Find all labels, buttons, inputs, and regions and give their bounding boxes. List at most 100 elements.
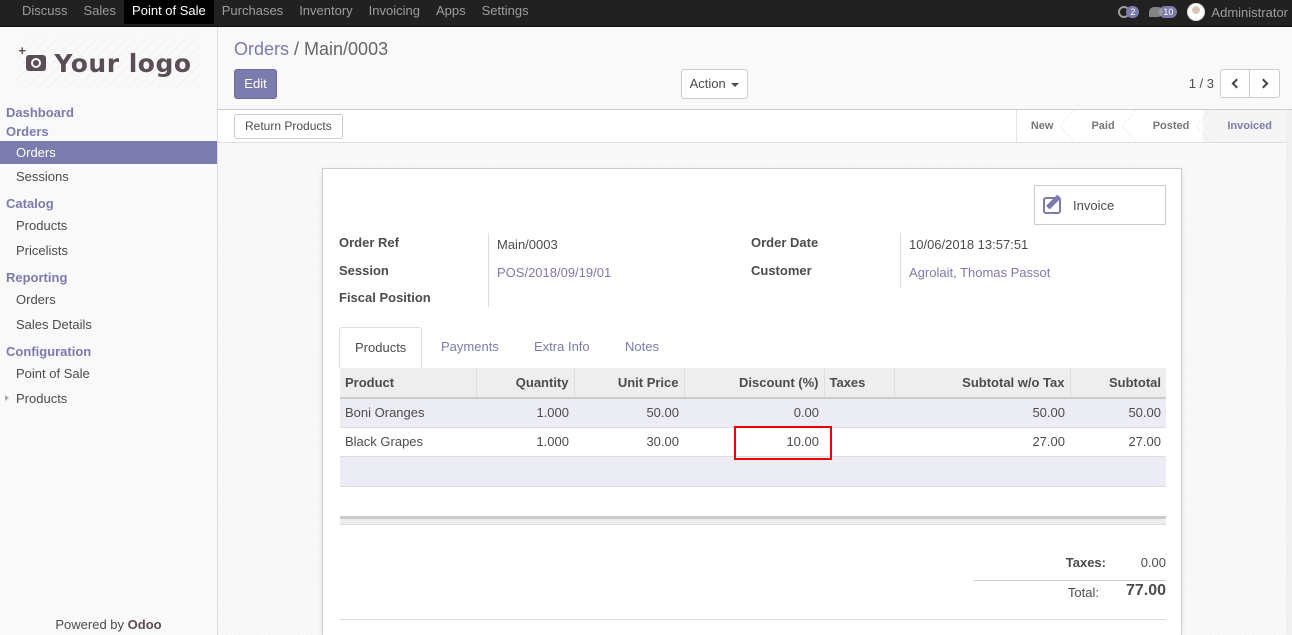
pager: 1 / 3: [1189, 69, 1280, 98]
messages-button[interactable]: 10: [1149, 6, 1178, 18]
table-footer: [340, 516, 1166, 525]
totals-separator: [974, 580, 1166, 581]
chevron-right-icon: [1258, 78, 1268, 89]
col-subtotal-wo-tax[interactable]: Subtotal w/o Tax: [893, 368, 1070, 399]
app-menu: Discuss Sales Point of Sale Purchases In…: [14, 0, 537, 26]
form-sheet: Invoice Order Ref Main/0003 Session POS/…: [322, 168, 1182, 635]
sidebar-section-orders[interactable]: Orders: [0, 122, 217, 141]
customer-label: Customer: [751, 263, 812, 278]
action-dropdown[interactable]: Action: [681, 69, 748, 99]
tab-payments[interactable]: Payments: [426, 327, 514, 369]
breadcrumb-orders[interactable]: Orders: [234, 39, 289, 59]
order-lines-table: Product Quantity Unit Price Discount (%)…: [340, 368, 1166, 487]
field-separator: [488, 233, 489, 307]
sidebar-item-pricelists[interactable]: Pricelists: [0, 238, 217, 263]
invoice-smart-button[interactable]: Invoice: [1034, 185, 1166, 225]
pager-value[interactable]: 1 / 3: [1189, 76, 1214, 91]
pager-previous-button[interactable]: [1220, 69, 1250, 98]
state-paid: Paid: [1067, 110, 1136, 142]
user-name: Administrator: [1211, 4, 1288, 20]
sidebar-item-products[interactable]: Products: [0, 213, 217, 238]
cell-product: Black Grapes: [340, 427, 476, 457]
session-link[interactable]: POS/2018/09/19/01: [497, 265, 611, 280]
edit-button[interactable]: Edit: [234, 69, 277, 99]
scrollbar[interactable]: [1286, 110, 1292, 635]
app-sales[interactable]: Sales: [76, 0, 125, 24]
state-invoiced: Invoiced: [1203, 110, 1286, 142]
avatar: [1187, 3, 1206, 21]
cell-taxes: [824, 398, 894, 428]
fiscal-position-label: Fiscal Position: [339, 290, 431, 305]
cell-discount: 0.00: [684, 398, 824, 428]
sidebar-item-orders[interactable]: Orders: [0, 141, 217, 164]
col-product[interactable]: Product: [340, 368, 476, 399]
sidebar-item-label: Products: [16, 391, 68, 406]
sidebar-section-dashboard[interactable]: Dashboard: [0, 103, 217, 122]
state-posted: Posted: [1129, 110, 1211, 142]
sidebar-item-config-products[interactable]: Products: [0, 386, 217, 411]
return-products-button[interactable]: Return Products: [234, 114, 343, 139]
table-row[interactable]: Black Grapes 1.000 30.00 10.00 27.00 27.…: [340, 427, 1166, 457]
sidebar-section-catalog[interactable]: Catalog: [0, 194, 217, 213]
sidebar: Your logo Dashboard Orders Orders Sessio…: [0, 27, 218, 635]
order-ref-label: Order Ref: [339, 235, 399, 250]
odoo-link[interactable]: Odoo: [128, 617, 162, 632]
tab-notes[interactable]: Notes: [610, 327, 674, 369]
cell-quantity: 1.000: [476, 427, 574, 457]
chevron-left-icon: [1231, 78, 1242, 89]
table-row[interactable]: Boni Oranges 1.000 50.00 0.00 50.00 50.0…: [340, 398, 1166, 428]
total-value: 77.00: [1125, 582, 1166, 599]
caret-down-icon: [731, 82, 740, 87]
col-unit-price[interactable]: Unit Price: [573, 368, 684, 399]
cell-discount: 10.00: [684, 427, 824, 457]
field-separator: [900, 233, 901, 288]
top-navbar: Discuss Sales Point of Sale Purchases In…: [0, 0, 1292, 27]
pager-next-button[interactable]: [1250, 69, 1280, 98]
sidebar-menu: Dashboard Orders Orders Sessions Catalog…: [0, 103, 217, 411]
cell-subtotal-wo-tax: 50.00: [894, 398, 1070, 428]
col-discount[interactable]: Discount (%): [683, 368, 824, 399]
notebook-tabs: Products Payments Extra Info Notes: [339, 327, 1166, 369]
sidebar-item-sales-details[interactable]: Sales Details: [0, 312, 217, 337]
sidebar-item-sessions[interactable]: Sessions: [0, 164, 217, 189]
app-point-of-sale[interactable]: Point of Sale: [124, 0, 214, 24]
pencil-square-icon: [1043, 194, 1067, 216]
activity-button[interactable]: 2: [1118, 6, 1140, 18]
powered-by-text: Powered by: [55, 617, 125, 632]
table-header-row: Product Quantity Unit Price Discount (%)…: [340, 368, 1166, 399]
cell-subtotal: 27.00: [1070, 427, 1166, 457]
session-label: Session: [339, 263, 389, 278]
order-date-label: Order Date: [751, 235, 819, 250]
sidebar-section-reporting[interactable]: Reporting: [0, 268, 217, 287]
company-logo[interactable]: Your logo: [18, 39, 200, 87]
col-subtotal[interactable]: Subtotal: [1069, 368, 1166, 399]
sidebar-item-point-of-sale[interactable]: Point of Sale: [0, 361, 217, 386]
app-discuss[interactable]: Discuss: [14, 0, 76, 24]
cell-unit-price: 50.00: [574, 398, 684, 428]
app-settings[interactable]: Settings: [474, 0, 537, 24]
app-invoicing[interactable]: Invoicing: [361, 0, 428, 24]
col-quantity[interactable]: Quantity: [475, 368, 574, 399]
control-panel: Orders / Main/0003 Edit Action 1 / 3: [218, 27, 1292, 110]
app-apps[interactable]: Apps: [428, 0, 474, 24]
total-label: Total:: [1067, 585, 1099, 600]
col-taxes[interactable]: Taxes: [823, 368, 894, 399]
breadcrumb: Orders / Main/0003: [234, 39, 388, 60]
app-inventory[interactable]: Inventory: [291, 0, 360, 24]
user-menu[interactable]: Administrator: [1187, 3, 1288, 21]
cell-taxes: [824, 427, 894, 457]
chat-icon: [1149, 7, 1164, 17]
app-purchases[interactable]: Purchases: [214, 0, 291, 24]
tab-extra-info[interactable]: Extra Info: [519, 327, 605, 369]
sidebar-item-reporting-orders[interactable]: Orders: [0, 287, 217, 312]
customer-link[interactable]: Agrolait, Thomas Passot: [909, 265, 1050, 280]
camera-icon: [18, 43, 47, 71]
sidebar-section-configuration[interactable]: Configuration: [0, 342, 217, 361]
invoice-button-label: Invoice: [1073, 197, 1115, 213]
tab-products[interactable]: Products: [339, 327, 423, 369]
cell-unit-price: 30.00: [574, 427, 684, 457]
cell-product: Boni Oranges: [340, 398, 476, 428]
taxes-label: Taxes:: [1065, 555, 1106, 570]
taxes-value: 0.00: [1140, 555, 1166, 570]
order-ref-value: Main/0003: [497, 237, 558, 252]
